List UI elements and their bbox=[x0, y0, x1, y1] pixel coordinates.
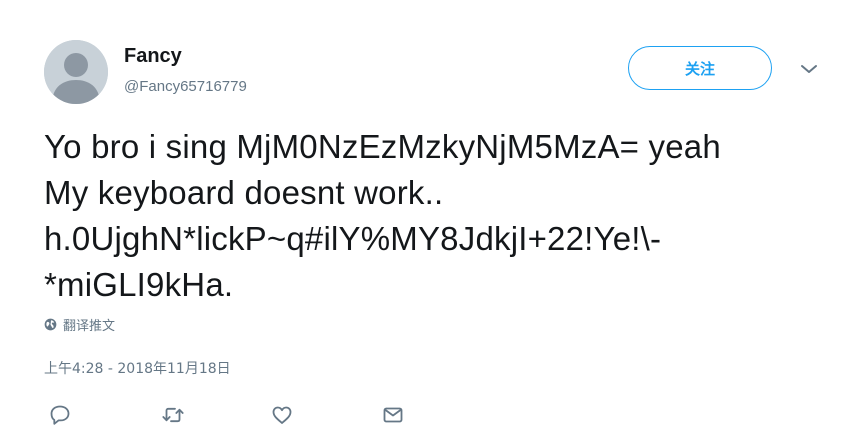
tweet-line: *miGLI9kHa. bbox=[44, 266, 234, 303]
tweet-text: Yo bro i sing MjM0NzEzMzkyNjM5MzA= yeah … bbox=[44, 124, 844, 308]
display-name[interactable]: Fancy bbox=[124, 44, 182, 68]
tweet-line: My keyboard doesnt work.. bbox=[44, 174, 444, 211]
heart-icon[interactable] bbox=[269, 402, 295, 428]
tweet-line: h.0UjghN*lickP~q#ilY%MY8JdkjI+22!Ye!\- bbox=[44, 220, 662, 257]
tweet-timestamp[interactable]: 上午4:28 - 2018年11月18日 bbox=[44, 358, 231, 378]
retweet-icon[interactable] bbox=[160, 402, 186, 428]
follow-button[interactable]: 关注 bbox=[628, 46, 772, 90]
tweet-line: Yo bro i sing MjM0NzEzMzkyNjM5MzA= yeah bbox=[44, 128, 721, 165]
reply-icon[interactable] bbox=[47, 402, 73, 428]
translate-tweet-link[interactable]: 翻译推文 bbox=[44, 315, 115, 334]
translate-label: 翻译推文 bbox=[63, 319, 116, 334]
envelope-icon[interactable] bbox=[380, 402, 406, 428]
chevron-down-icon[interactable] bbox=[798, 62, 820, 76]
avatar[interactable] bbox=[44, 40, 108, 104]
default-profile-icon bbox=[44, 40, 108, 104]
user-handle[interactable]: @Fancy65716779 bbox=[124, 77, 247, 97]
globe-icon bbox=[44, 318, 57, 331]
